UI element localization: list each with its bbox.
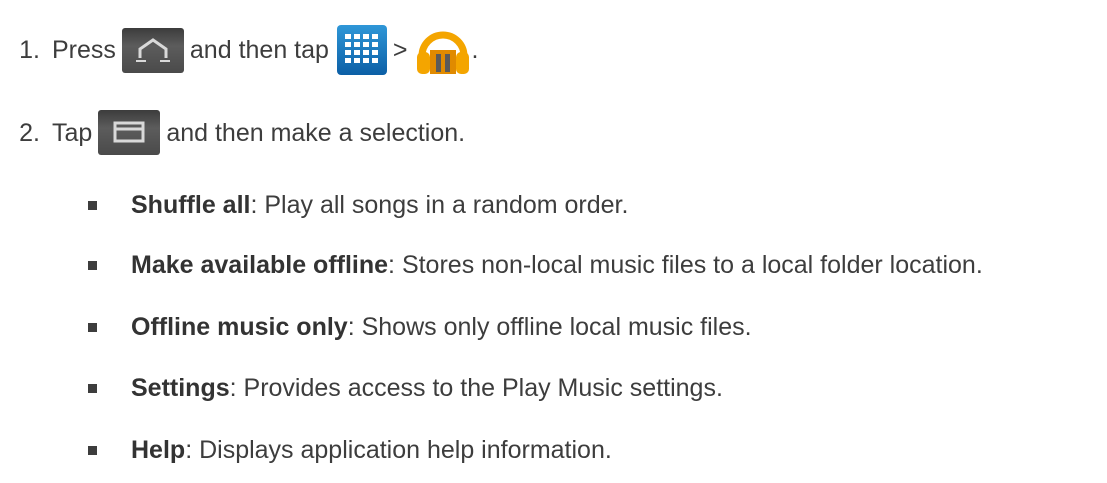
list-item: Settings : Provides access to the Play M… <box>88 373 723 403</box>
step-text-middle: and then tap <box>189 36 329 64</box>
bullet-icon <box>88 383 97 393</box>
bullet-icon <box>88 445 97 455</box>
option-term: Settings <box>131 374 230 402</box>
option-term: Offline music only <box>131 313 348 341</box>
option-term: Shuffle all <box>131 191 251 219</box>
option-description: : Stores non-local music files to a loca… <box>388 251 983 279</box>
apps-grid-icon <box>336 25 387 75</box>
step-number: 1. <box>19 36 40 64</box>
step-number: 2. <box>19 118 40 147</box>
menu-key-icon <box>98 110 161 155</box>
step-text-end: . <box>471 36 479 64</box>
step-2: 2. Tap and then make a selection. <box>0 110 465 155</box>
home-key-icon <box>121 27 184 73</box>
bullet-icon <box>88 200 97 210</box>
list-item: Shuffle all : Play all songs in a random… <box>88 190 628 220</box>
bullet-icon <box>88 322 97 332</box>
option-description: : Shows only offline local music files. <box>347 313 752 341</box>
play-music-icon <box>414 22 472 78</box>
list-item: Offline music only : Shows only offline … <box>88 312 752 342</box>
bullet-icon <box>88 260 97 270</box>
step-text-after: and then make a selection. <box>166 118 466 147</box>
option-term: Make available offline <box>131 251 389 279</box>
option-description: : Provides access to the Play Music sett… <box>229 374 723 402</box>
step-text-before: Tap <box>52 118 93 147</box>
option-description: : Play all songs in a random order. <box>250 191 629 219</box>
step-1: 1. Press and then tap > . <box>0 22 478 78</box>
option-term: Help <box>131 436 186 464</box>
separator: > <box>392 36 408 64</box>
step-text-before: Press <box>52 36 116 64</box>
list-item: Make available offline : Stores non-loca… <box>88 250 983 280</box>
option-description: : Displays application help information. <box>185 436 612 464</box>
list-item: Help : Displays application help informa… <box>88 435 612 465</box>
